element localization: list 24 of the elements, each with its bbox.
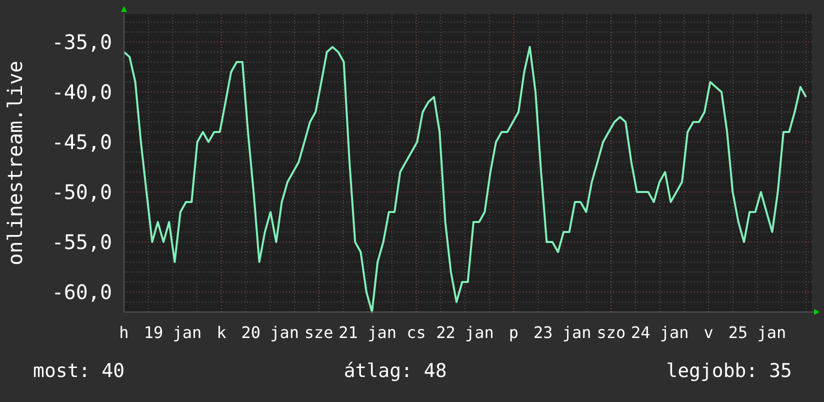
x-tick-label: 19 jan (144, 323, 202, 342)
y-tick-label: -55,0 (52, 230, 112, 254)
x-tick-label: 21 jan (338, 323, 396, 342)
y-tick-label: -40,0 (52, 80, 112, 104)
legend-text: átlag: 48 (344, 360, 447, 382)
x-tick-label: sze (304, 323, 334, 342)
y-tick-label: -45,0 (52, 130, 112, 154)
x-tick-label: 20 jan (241, 323, 300, 342)
legend-text: most: 40 (33, 360, 125, 382)
x-tick-label: 23 jan (534, 323, 592, 342)
x-tick-label: szo (596, 323, 626, 342)
x-tick-label: 22 jan (436, 323, 494, 342)
x-tick-label: k (216, 323, 226, 342)
y-tick-label: -50,0 (52, 180, 112, 204)
legend-text: legjobb: 35 (666, 360, 792, 382)
x-tick-label: h (119, 323, 129, 342)
x-tick-label: p (508, 323, 519, 342)
x-tick-label: cs (406, 323, 426, 342)
x-tick-label: v (704, 323, 714, 342)
x-tick-label: 25 jan (728, 323, 786, 342)
y-tick-label: -35,0 (52, 30, 112, 54)
y-axis-label: onlinestream.live (3, 60, 27, 266)
y-tick-label: -60,0 (52, 280, 112, 304)
x-tick-label: 24 jan (630, 323, 689, 342)
